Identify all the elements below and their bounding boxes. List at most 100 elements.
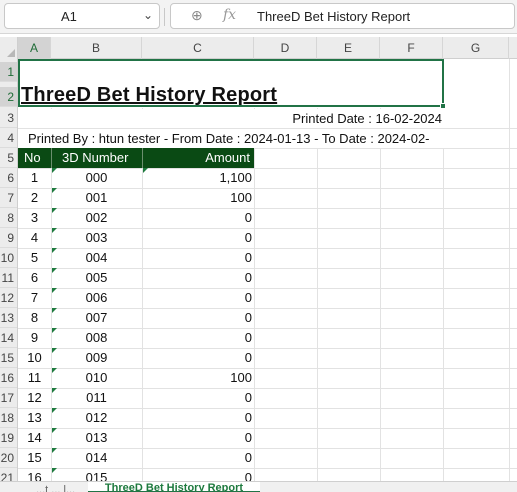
table-row[interactable]: 2 001 100 — [18, 188, 254, 208]
row-header-15[interactable]: 15 — [0, 348, 17, 368]
header-no[interactable]: No — [24, 148, 41, 168]
sheet-tab-active[interactable]: ThreeD Bet History Report — [88, 482, 260, 492]
cell-amount[interactable]: 100 — [142, 188, 252, 208]
cell-number[interactable]: 007 — [51, 308, 142, 328]
row-header-3[interactable]: 3 — [0, 108, 17, 128]
row-header-17[interactable]: 17 — [0, 388, 17, 408]
column-header-c[interactable]: C — [142, 37, 254, 59]
table-row[interactable]: 15 014 0 — [18, 448, 254, 468]
column-header-e[interactable]: E — [317, 37, 380, 59]
cell-no[interactable]: 11 — [18, 368, 51, 388]
cell-number[interactable]: 002 — [51, 208, 142, 228]
cell-no[interactable]: 2 — [18, 188, 51, 208]
row-header-10[interactable]: 10 — [0, 248, 17, 268]
row-header-5[interactable]: 5 — [0, 148, 17, 168]
column-header-d[interactable]: D — [254, 37, 317, 59]
chevron-down-icon[interactable]: ⌄ — [143, 8, 153, 22]
row-header-6[interactable]: 6 — [0, 168, 17, 188]
name-box[interactable]: A1 ⌄ — [4, 3, 160, 29]
cell-number[interactable]: 004 — [51, 248, 142, 268]
cell-number[interactable]: 015 — [51, 468, 142, 481]
row-header-11[interactable]: 11 — [0, 268, 17, 288]
table-row[interactable]: 1 000 1,100 — [18, 168, 254, 188]
cell-no[interactable]: 4 — [18, 228, 51, 248]
cell-amount[interactable]: 0 — [142, 288, 252, 308]
row-header-12[interactable]: 12 — [0, 288, 17, 308]
table-row[interactable]: 11 010 100 — [18, 368, 254, 388]
row-header-18[interactable]: 18 — [0, 408, 17, 428]
cell-no[interactable]: 16 — [18, 468, 51, 481]
cell-no[interactable]: 7 — [18, 288, 51, 308]
row-header-14[interactable]: 14 — [0, 328, 17, 348]
cell-number[interactable]: 013 — [51, 428, 142, 448]
cell-no[interactable]: 9 — [18, 328, 51, 348]
cell-amount[interactable]: 1,100 — [142, 168, 252, 188]
table-row[interactable]: 3 002 0 — [18, 208, 254, 228]
row-header-9[interactable]: 9 — [0, 228, 17, 248]
row-header-7[interactable]: 7 — [0, 188, 17, 208]
table-row[interactable]: 10 009 0 — [18, 348, 254, 368]
cell-no[interactable]: 8 — [18, 308, 51, 328]
row-header-2[interactable]: 2 — [0, 87, 17, 107]
cell-number[interactable]: 005 — [51, 268, 142, 288]
select-all-corner[interactable] — [0, 37, 18, 59]
table-row[interactable]: 4 003 0 — [18, 228, 254, 248]
cell-no[interactable]: 1 — [18, 168, 51, 188]
cell-no[interactable]: 5 — [18, 248, 51, 268]
zoom-icon[interactable]: ⊕ — [191, 7, 203, 24]
cell-amount[interactable]: 0 — [142, 428, 252, 448]
cell-amount[interactable]: 0 — [142, 208, 252, 228]
cell-amount[interactable]: 0 — [142, 308, 252, 328]
row-header-4[interactable]: 4 — [0, 128, 17, 148]
cell-number[interactable]: 001 — [51, 188, 142, 208]
cell-number[interactable]: 012 — [51, 408, 142, 428]
table-row[interactable]: 14 013 0 — [18, 428, 254, 448]
cell-number[interactable]: 003 — [51, 228, 142, 248]
cell-no[interactable]: 15 — [18, 448, 51, 468]
cell-no[interactable]: 6 — [18, 268, 51, 288]
cell-no[interactable]: 3 — [18, 208, 51, 228]
cell-no[interactable]: 12 — [18, 388, 51, 408]
cell-amount[interactable]: 0 — [142, 388, 252, 408]
cell-amount[interactable]: 0 — [142, 248, 252, 268]
table-row[interactable]: 8 007 0 — [18, 308, 254, 328]
cell-no[interactable]: 14 — [18, 428, 51, 448]
cell-amount[interactable]: 0 — [142, 268, 252, 288]
header-amount[interactable]: Amount — [205, 148, 250, 168]
cell-number[interactable]: 010 — [51, 368, 142, 388]
cell-amount[interactable]: 0 — [142, 468, 252, 481]
row-header-13[interactable]: 13 — [0, 308, 17, 328]
cell-number[interactable]: 000 — [51, 168, 142, 188]
column-header-f[interactable]: F — [380, 37, 443, 59]
cell-amount[interactable]: 0 — [142, 408, 252, 428]
sheet-tab[interactable]: ...t ... l... — [36, 484, 75, 492]
formula-input[interactable]: ⊕ fx ThreeD Bet History Report — [170, 3, 515, 29]
row-header-8[interactable]: 8 — [0, 208, 17, 228]
cell-amount[interactable]: 100 — [142, 368, 252, 388]
column-header-b[interactable]: B — [51, 37, 142, 59]
row-header-19[interactable]: 19 — [0, 428, 17, 448]
cell-amount[interactable]: 0 — [142, 448, 252, 468]
cell-number[interactable]: 011 — [51, 388, 142, 408]
table-row[interactable]: 13 012 0 — [18, 408, 254, 428]
function-icon[interactable]: fx — [223, 7, 236, 23]
cell-number[interactable]: 006 — [51, 288, 142, 308]
cell-no[interactable]: 10 — [18, 348, 51, 368]
row-header-21[interactable]: 21 — [0, 468, 17, 481]
formula-text[interactable]: ThreeD Bet History Report — [257, 9, 410, 24]
column-header-a[interactable]: A — [18, 37, 51, 59]
row-header-20[interactable]: 20 — [0, 448, 17, 468]
cell-no[interactable]: 13 — [18, 408, 51, 428]
header-3d-number[interactable]: 3D Number — [62, 148, 128, 168]
table-row[interactable]: 7 006 0 — [18, 288, 254, 308]
table-row[interactable]: 16 015 0 — [18, 468, 254, 481]
row-header-16[interactable]: 16 — [0, 368, 17, 388]
table-row[interactable]: 9 008 0 — [18, 328, 254, 348]
cell-amount[interactable]: 0 — [142, 328, 252, 348]
cell-number[interactable]: 008 — [51, 328, 142, 348]
row-header-1[interactable]: 1 — [0, 62, 17, 82]
spreadsheet-grid[interactable]: ThreeD Bet History Report Printed Date :… — [18, 59, 517, 481]
table-row[interactable]: 5 004 0 — [18, 248, 254, 268]
cell-number[interactable]: 009 — [51, 348, 142, 368]
table-row[interactable]: 6 005 0 — [18, 268, 254, 288]
